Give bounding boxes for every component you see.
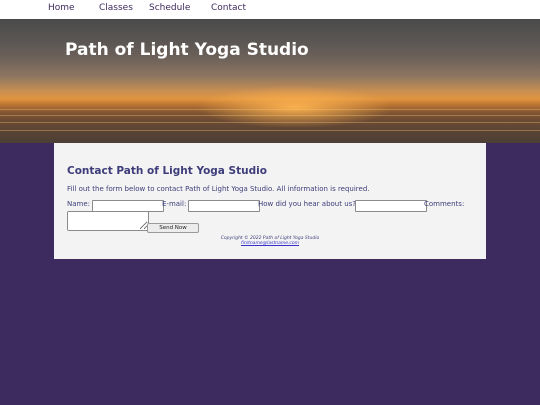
email-field[interactable] — [188, 200, 260, 212]
send-now-button[interactable]: Send Now — [147, 223, 199, 233]
comments-label: Comments: — [424, 200, 465, 208]
nav-home-link[interactable]: Home — [48, 3, 75, 13]
nav-classes-link[interactable]: Classes — [99, 3, 133, 13]
footer-email-link[interactable]: firstname@lastname.com — [54, 241, 486, 246]
header-banner-image: Path of Light Yoga Studio — [0, 19, 540, 143]
nav-contact-link[interactable]: Contact — [211, 3, 246, 13]
hear-about-field[interactable] — [355, 200, 427, 212]
contact-panel: Contact Path of Light Yoga Studio Fill o… — [54, 143, 486, 259]
nav-schedule-link[interactable]: Schedule — [149, 3, 190, 13]
page-title: Contact Path of Light Yoga Studio — [67, 165, 267, 177]
email-label: E-mail: — [162, 200, 187, 208]
top-nav: Home Classes Schedule Contact — [0, 0, 540, 19]
name-label: Name: — [67, 200, 91, 208]
site-title: Path of Light Yoga Studio — [65, 40, 309, 60]
comments-textarea[interactable] — [67, 211, 149, 231]
hear-about-label: How did you hear about us? — [258, 200, 356, 208]
form-intro-text: Fill out the form below to contact Path … — [67, 185, 370, 193]
